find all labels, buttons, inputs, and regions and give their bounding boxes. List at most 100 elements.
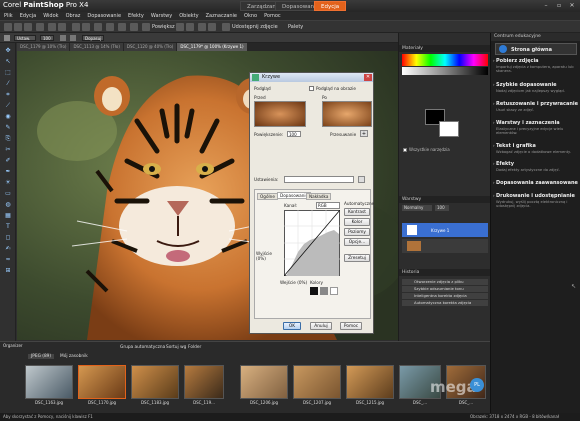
section-title[interactable]: Drukowanie i udostępnianie (496, 193, 575, 199)
history-item[interactable]: Inteligentna korekta zdjęcia (402, 293, 488, 299)
save-preset-icon[interactable] (358, 176, 365, 183)
doc-tab-active[interactable]: DSC_1179* @ 100% (Krzywe 1) (177, 43, 247, 51)
black-point-dropper-icon[interactable] (310, 287, 318, 295)
shape-tool-icon[interactable]: ◻ (3, 234, 13, 242)
opacity-input[interactable]: 100 (435, 205, 449, 211)
straighten-tool-icon[interactable]: ⟋ (3, 102, 13, 110)
all-tools-checkbox[interactable] (403, 148, 407, 152)
close-icon[interactable]: ✕ (566, 1, 578, 10)
settings-dropdown[interactable] (284, 176, 354, 183)
warp-tool-icon[interactable]: ≈ (3, 256, 13, 264)
fit-button[interactable]: Dopasuj (82, 35, 104, 41)
section-title[interactable]: Retuszowanie i przywracanie (496, 101, 578, 107)
maximize-icon[interactable]: ▫ (553, 1, 565, 10)
pan-button-icon[interactable]: + (360, 130, 368, 137)
dialog-zoom-input[interactable]: 100 (287, 131, 301, 137)
home-label[interactable]: Strona główna (511, 47, 552, 53)
preview-on-image-checkbox[interactable] (309, 86, 314, 91)
resize-icon[interactable] (94, 23, 102, 31)
thumbnail[interactable] (293, 365, 341, 399)
blend-mode-dropdown[interactable]: Normalny (402, 205, 432, 211)
history-item[interactable]: Szybkie odszumianie tonu (402, 286, 488, 292)
selection-icon[interactable] (118, 23, 126, 31)
selection-tool-icon[interactable]: ⬚ (3, 69, 13, 77)
tab-my-tray[interactable]: Mój zasobnik (60, 354, 88, 359)
undo-icon[interactable] (48, 23, 56, 31)
zoom-icon[interactable] (142, 23, 150, 31)
menu-file[interactable]: Plik (4, 12, 13, 20)
reset-button[interactable]: Zresetuj (344, 254, 370, 262)
run-script-icon[interactable] (208, 23, 216, 31)
redo-icon[interactable] (58, 23, 66, 31)
after-preview[interactable] (322, 101, 372, 127)
minimize-icon[interactable]: – (540, 1, 552, 10)
actual-size-icon[interactable] (186, 23, 194, 31)
zoom-out-icon[interactable] (70, 35, 76, 41)
paint-brush-icon[interactable]: ✐ (3, 157, 13, 165)
layer-name[interactable]: Krzywe 1 (431, 228, 449, 233)
mesh-tool-icon[interactable]: ⊞ (3, 267, 13, 275)
color-swatches[interactable] (402, 54, 488, 66)
save-icon[interactable] (24, 23, 32, 31)
airbrush-icon[interactable]: ✒ (3, 168, 13, 176)
contrast-button[interactable]: Kontrast (344, 208, 370, 216)
folder-button[interactable]: Folder (188, 345, 201, 350)
open-icon[interactable] (14, 23, 22, 31)
thumbnail[interactable] (346, 365, 394, 399)
pan-tool-icon[interactable]: ✥ (3, 47, 13, 55)
thumbnail[interactable] (240, 365, 288, 399)
gray-swatches[interactable] (402, 67, 488, 75)
tab-general[interactable]: Ogólne (257, 193, 278, 200)
share-button[interactable]: Udostępnij zdjęcie (232, 24, 278, 30)
menu-view[interactable]: Widok (43, 12, 58, 20)
gradient-tool-icon[interactable]: ▦ (3, 212, 13, 220)
background-color[interactable] (439, 121, 459, 137)
fit-icon[interactable] (176, 23, 184, 31)
auto-group-button[interactable]: Grupa automatyczna (120, 345, 165, 350)
grid-icon[interactable] (130, 23, 138, 31)
makeover-tool-icon[interactable]: ✎ (3, 124, 13, 132)
menu-selections[interactable]: Zaznaczanie (206, 12, 237, 20)
menu-effects[interactable]: Efekty (128, 12, 144, 20)
menu-help[interactable]: Pomoc (264, 12, 281, 20)
fill-tool-icon[interactable]: ◍ (3, 201, 13, 209)
doc-tab[interactable]: DSC_1120 @ 40% (Tło) (123, 43, 177, 51)
section-title[interactable]: Efekty (496, 161, 514, 167)
channel-dropdown[interactable]: RGB (316, 202, 340, 209)
section-title[interactable]: Warstwy i zaznaczenia (496, 120, 560, 126)
pen-tool-icon[interactable]: ✍ (3, 245, 13, 253)
palettes-button[interactable]: Palety (288, 24, 303, 30)
lighten-tool-icon[interactable]: ☀ (3, 179, 13, 187)
crop-tool-icon[interactable]: ⌗ (3, 91, 13, 99)
curves-graph[interactable] (284, 210, 340, 276)
cancel-button[interactable]: Anuluj (310, 322, 332, 330)
doc-tab[interactable]: DSC_1179 @ 10% (Tło) (17, 43, 70, 51)
share-icon[interactable] (222, 23, 230, 31)
tab-overlay[interactable]: Nakładka (306, 193, 332, 200)
tab-jpeg[interactable]: JPEG (89) (28, 354, 55, 359)
script-icon[interactable] (198, 23, 206, 31)
thumbnail[interactable] (184, 365, 224, 399)
section-title[interactable]: Tekst i grafika (496, 143, 536, 149)
section-title[interactable]: Dopasowania zaawansowane (496, 180, 578, 186)
menu-edit[interactable]: Edycja (20, 12, 37, 20)
thumbnail[interactable] (25, 365, 73, 399)
dialog-close-icon[interactable]: ✕ (364, 74, 372, 81)
text-tool-icon[interactable]: T (3, 223, 13, 231)
zoom-button[interactable]: Powiększ (152, 24, 175, 30)
levels-button[interactable]: Poziomy (344, 228, 370, 236)
options-button[interactable]: Opcje... (344, 238, 370, 246)
gray-point-dropper-icon[interactable] (320, 287, 328, 295)
scratch-tool-icon[interactable]: ✂ (3, 146, 13, 154)
zoom-in-icon[interactable] (60, 35, 66, 41)
preview-toggle[interactable]: Podgląd (254, 86, 271, 91)
help-button[interactable]: Pomoc (340, 322, 362, 330)
sort-by-button[interactable]: Sortuj wg (166, 345, 186, 350)
eraser-tool-icon[interactable]: ▭ (3, 190, 13, 198)
crop-icon[interactable] (72, 23, 80, 31)
doc-tab[interactable]: DSC_1113 @ 14% (Tło) (70, 43, 123, 51)
white-point-dropper-icon[interactable] (330, 287, 338, 295)
thumbnail[interactable] (131, 365, 179, 399)
thumbnail-selected[interactable] (78, 365, 126, 399)
print-icon[interactable] (36, 23, 44, 31)
